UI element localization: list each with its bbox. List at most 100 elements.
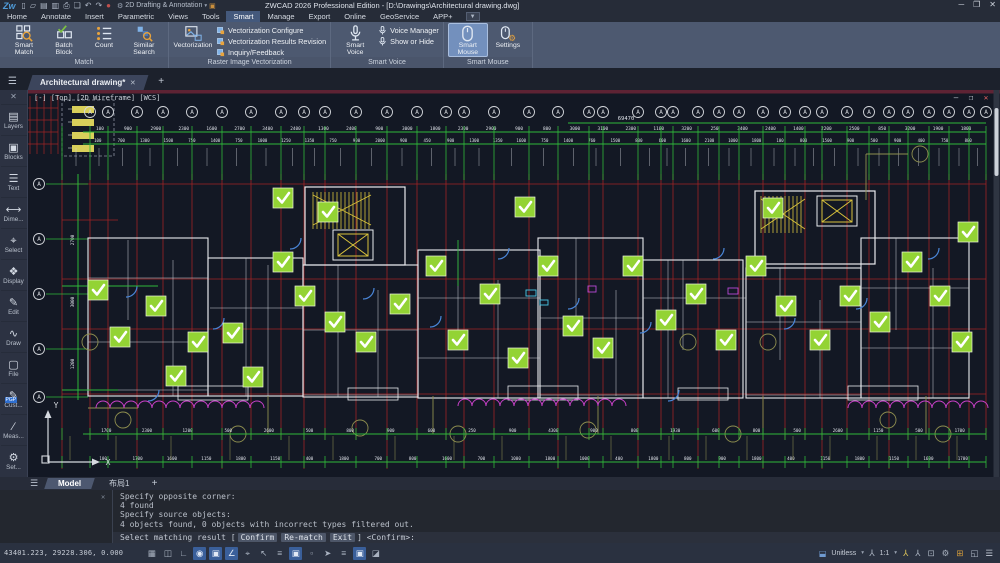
layout-tab-layout1[interactable]: 布局1 xyxy=(95,478,143,489)
vectorization-configure-button[interactable]: Vectorization Configure xyxy=(216,25,326,35)
ribbon-tab-home[interactable]: Home xyxy=(0,11,34,22)
match-checkbox[interactable] xyxy=(746,256,766,276)
ribbon-tab-manage[interactable]: Manage xyxy=(260,11,301,22)
transparency-toggle[interactable]: ▣ xyxy=(289,547,302,560)
ribbon-tab-online[interactable]: Online xyxy=(337,11,373,22)
snap-toggle[interactable]: ◫ xyxy=(161,547,174,560)
match-checkbox[interactable] xyxy=(223,323,243,343)
match-checkbox[interactable] xyxy=(623,256,643,276)
match-checkbox[interactable] xyxy=(515,197,535,217)
command-line-panel[interactable]: ✕ Specify opposite corner: 4 found Speci… xyxy=(0,490,1000,543)
osnap-toggle[interactable]: ▣ xyxy=(209,547,222,560)
match-checkbox[interactable] xyxy=(295,286,315,306)
option-re-match[interactable]: Re-match xyxy=(281,533,326,542)
ribbon-tab-smart[interactable]: Smart xyxy=(226,11,260,22)
palette-close-icon[interactable]: ✕ xyxy=(10,90,17,104)
dynamic-input-toggle[interactable]: ⌖ xyxy=(241,547,254,560)
match-checkbox[interactable] xyxy=(110,327,130,347)
clean-screen-toggle[interactable]: ◪ xyxy=(369,547,382,560)
match-checkbox[interactable] xyxy=(480,284,500,304)
smart-voice-button[interactable]: Smart Voice xyxy=(335,23,375,57)
layout-tab-model[interactable]: Model xyxy=(44,478,95,489)
ortho-toggle[interactable]: ∟ xyxy=(177,547,190,560)
match-checkbox[interactable] xyxy=(146,296,166,316)
open-file-icon[interactable]: ▱ xyxy=(30,2,36,10)
match-checkbox[interactable] xyxy=(958,222,978,242)
match-checkbox[interactable] xyxy=(563,316,583,336)
isolate-toggle[interactable]: ▣ xyxy=(353,547,366,560)
folder-icon[interactable]: ▣ xyxy=(209,2,216,10)
palette-item-file[interactable]: ▢File xyxy=(1,352,27,383)
ribbon-tab-insert[interactable]: Insert xyxy=(78,11,111,22)
ribbon-tab-app-[interactable]: APP+ xyxy=(426,11,459,22)
palette-item-blocks[interactable]: ▣Blocks xyxy=(1,135,27,166)
match-checkbox[interactable] xyxy=(273,252,293,272)
workspace-switch-icon[interactable]: ⊡ xyxy=(926,547,935,560)
match-checkbox[interactable] xyxy=(902,252,922,272)
match-checkbox[interactable] xyxy=(538,256,558,276)
palette-item-text[interactable]: ☰Text xyxy=(1,166,27,197)
match-checkbox[interactable] xyxy=(952,332,972,352)
drawing-canvas[interactable]: 6947010090029002300160027003400240013002… xyxy=(28,90,1000,477)
palette-item-dime[interactable]: ⟷Dime... xyxy=(1,197,27,228)
match-checkbox[interactable] xyxy=(243,367,263,387)
isolate-objects-icon[interactable]: ⊞ xyxy=(955,547,964,560)
redo-icon[interactable]: ↷ xyxy=(95,2,102,10)
dyn-ucs-toggle[interactable]: ↖ xyxy=(257,547,270,560)
customization-icon[interactable]: ☰ xyxy=(984,547,994,560)
match-checkbox[interactable] xyxy=(426,256,446,276)
save-icon[interactable]: ▤ xyxy=(40,2,48,10)
match-checkbox[interactable] xyxy=(930,286,950,306)
quick-properties-toggle[interactable]: ≡ xyxy=(337,547,350,560)
close-button[interactable]: ✕ xyxy=(989,0,996,9)
new-tab-button[interactable]: + xyxy=(158,77,164,87)
command-prompt[interactable]: Select matching result [ ConfirmRe-match… xyxy=(113,532,1000,543)
add-layout-button[interactable]: + xyxy=(152,478,158,489)
settings-button[interactable]: ⚙Settings xyxy=(488,23,528,57)
auto-annotation-icon[interactable]: ⅄ xyxy=(914,547,921,560)
ribbon-tab-tools[interactable]: Tools xyxy=(195,11,227,22)
palette-item-edit[interactable]: ✎Edit xyxy=(1,290,27,321)
match-checkbox[interactable] xyxy=(448,330,468,350)
annotation-monitor-toggle[interactable]: ➤ xyxy=(321,547,334,560)
match-checkbox[interactable] xyxy=(390,294,410,314)
cycle-toggle[interactable]: ▫ xyxy=(305,547,318,560)
voice-manager-button[interactable]: Voice Manager xyxy=(378,25,439,35)
viewport-controls[interactable]: [-] [Top] [2D Wireframe] [WCS] xyxy=(34,94,160,102)
document-tab[interactable]: Architectural drawing* ✕ xyxy=(28,75,149,90)
otrack-toggle[interactable]: ∠ xyxy=(225,547,238,560)
canvas-scrollbar[interactable] xyxy=(994,90,1000,477)
match-checkbox[interactable] xyxy=(318,202,338,222)
match-checkbox[interactable] xyxy=(508,348,528,368)
units-dropdown-icon[interactable]: ▾ xyxy=(861,550,864,556)
save-all-icon[interactable]: ▥ xyxy=(52,2,60,10)
undo-icon[interactable]: ↶ xyxy=(85,2,92,10)
ribbon-options-dropdown[interactable]: ▼ xyxy=(466,12,480,21)
doc-tabs-menu-icon[interactable]: ☰ xyxy=(8,77,22,87)
match-checkbox[interactable] xyxy=(870,312,890,332)
match-checkbox[interactable] xyxy=(810,330,830,350)
ribbon-tab-views[interactable]: Views xyxy=(161,11,195,22)
batch-block-button[interactable]: Batch Block xyxy=(44,23,84,57)
ribbon-tab-parametric[interactable]: Parametric xyxy=(111,11,161,22)
match-checkbox[interactable] xyxy=(88,280,108,300)
ribbon-tab-geoservice[interactable]: GeoService xyxy=(373,11,426,22)
workspace-selector[interactable]: ⚙ 2D Drafting & Annotation ▾ ▣ xyxy=(117,2,216,10)
plot-icon[interactable]: ⎙ xyxy=(63,2,69,10)
document-tab-close-icon[interactable]: ✕ xyxy=(130,79,136,87)
scale-dropdown-icon[interactable]: ▾ xyxy=(894,550,897,556)
record-icon[interactable]: ● xyxy=(106,2,111,10)
match-checkbox[interactable] xyxy=(656,310,676,330)
vectorization-button[interactable]: Vectorization xyxy=(173,23,213,57)
match-checkbox[interactable] xyxy=(325,312,345,332)
fullscreen-icon[interactable]: ◱ xyxy=(969,547,979,560)
option-confirm[interactable]: Confirm xyxy=(238,533,278,542)
match-checkbox[interactable] xyxy=(166,366,186,386)
smart-mouse-button[interactable]: Smart Mouse xyxy=(448,23,488,57)
ribbon-tab-export[interactable]: Export xyxy=(302,11,338,22)
units-label[interactable]: Unitless xyxy=(831,550,856,557)
match-checkbox[interactable] xyxy=(763,198,783,218)
new-file-icon[interactable]: ▯ xyxy=(22,2,26,10)
match-checkbox[interactable] xyxy=(356,332,376,352)
match-checkbox[interactable] xyxy=(686,284,706,304)
